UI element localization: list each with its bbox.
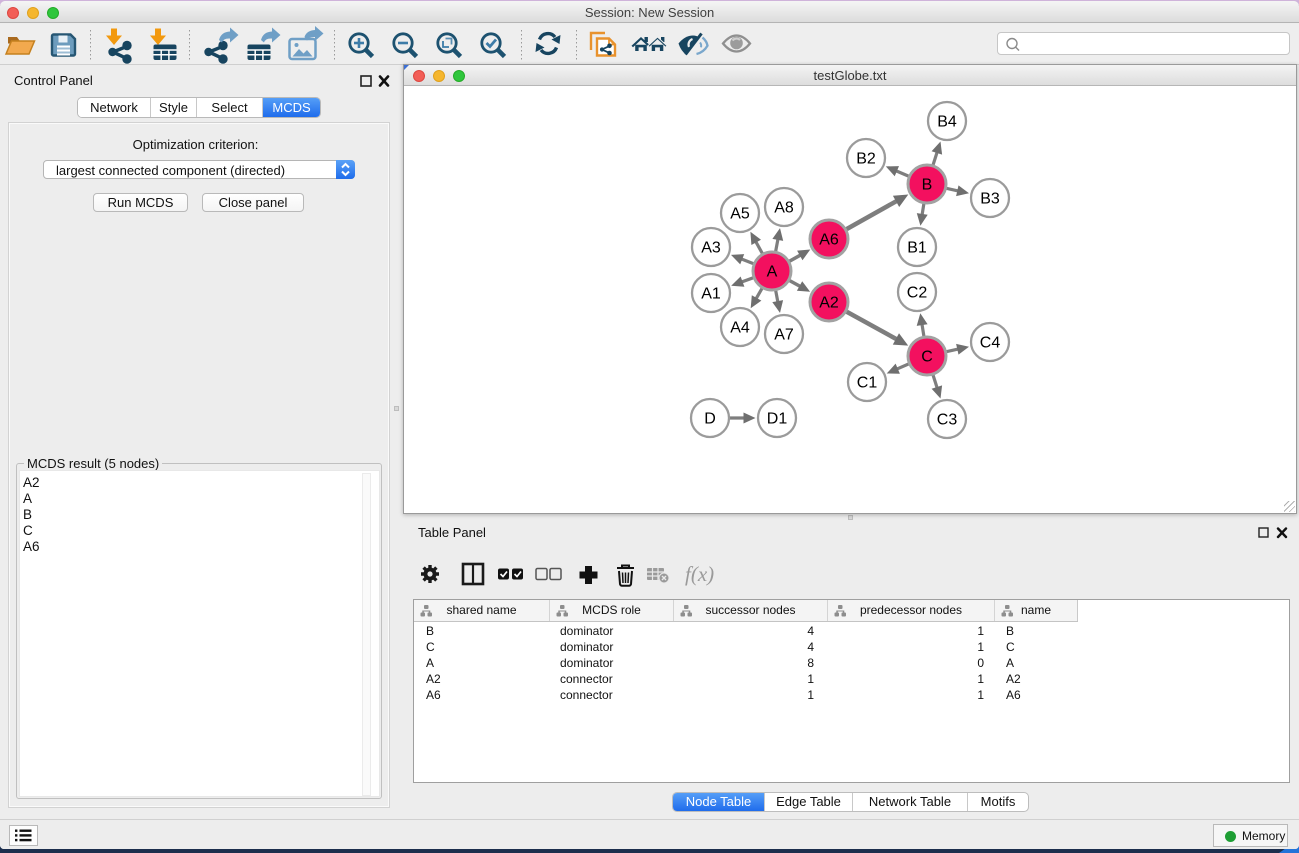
svg-text:C3: C3 — [937, 412, 958, 429]
svg-text:A1: A1 — [701, 286, 721, 303]
svg-text:A: A — [767, 264, 778, 281]
svg-text:D: D — [704, 411, 716, 428]
svg-text:A6: A6 — [819, 232, 839, 249]
svg-text:B3: B3 — [980, 191, 1000, 208]
svg-text:f(x): f(x) — [685, 562, 714, 586]
svg-text:A5: A5 — [730, 206, 750, 223]
svg-text:A7: A7 — [774, 327, 794, 344]
svg-text:C4: C4 — [980, 335, 1001, 352]
svg-text:B: B — [922, 177, 933, 194]
svg-text:B2: B2 — [856, 151, 876, 168]
svg-text:A4: A4 — [730, 320, 750, 337]
svg-text:A8: A8 — [774, 200, 794, 217]
svg-text:B4: B4 — [937, 114, 957, 131]
svg-text:C: C — [921, 349, 933, 366]
svg-text:A2: A2 — [819, 295, 839, 312]
svg-text:B1: B1 — [907, 240, 927, 257]
svg-text:C1: C1 — [857, 375, 878, 392]
svg-text:D1: D1 — [767, 411, 788, 428]
svg-text:A3: A3 — [701, 240, 721, 257]
svg-text:C2: C2 — [907, 285, 928, 302]
